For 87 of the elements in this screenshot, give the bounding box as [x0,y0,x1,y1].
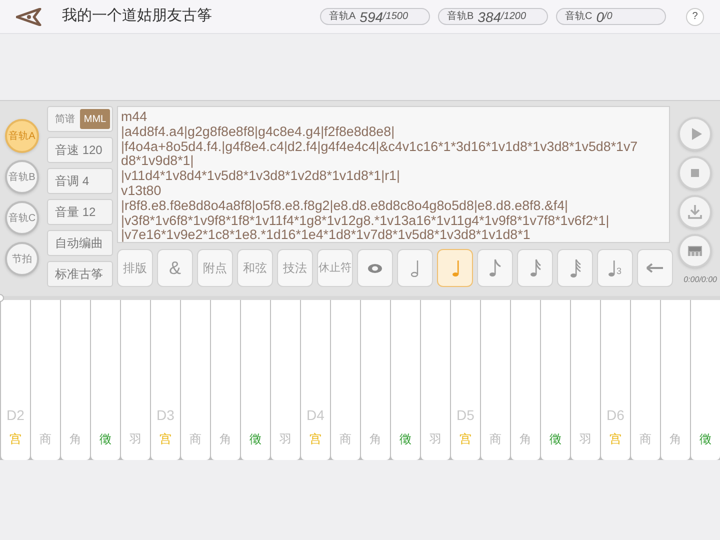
piano-key[interactable]: 商 [31,300,60,460]
degree-label: 商 [340,431,352,448]
tool-button[interactable]: 附点 [197,249,233,287]
song-title: 我的一个道姑朋友古筝 [62,6,212,26]
piano-key[interactable]: 角 [211,300,240,460]
notation-tab[interactable]: MML [80,109,110,129]
degree-label: 宫 [460,431,472,448]
playback-time: 0:00/0:00 [684,274,717,286]
degree-label: 宫 [310,431,322,448]
download-button[interactable] [678,195,712,229]
tool-button[interactable]: 和弦 [237,249,273,287]
degree-label: 徵 [100,431,112,448]
note-button[interactable] [517,249,553,287]
play-button[interactable] [678,117,712,151]
track-button[interactable]: 节拍 [5,242,39,276]
note-button[interactable] [357,249,393,287]
stop-button[interactable] [678,156,712,190]
note-button[interactable] [437,249,473,287]
track-button[interactable]: 音轨B [5,160,39,194]
piano-key[interactable]: 商 [481,300,510,460]
degree-label: 徵 [250,431,262,448]
degree-label: 徵 [550,431,562,448]
quarter-note-icon [452,260,458,276]
note-button[interactable] [397,249,433,287]
setting-button[interactable]: 自动编曲 [47,230,113,256]
degree-label: 角 [670,431,682,448]
piano-key[interactable]: 角 [661,300,690,460]
eighth-note-icon [489,259,501,277]
degree-label: 角 [520,431,532,448]
degree-label: 宫 [10,431,22,448]
piano-key[interactable]: 徵 [241,300,270,460]
thirty-second-note-icon [570,258,580,278]
setting-button[interactable]: 音速 120 [47,137,113,163]
triplet-number: 3 [616,264,622,278]
degree-label: 商 [490,431,502,448]
degree-label: 羽 [130,431,142,448]
setting-button[interactable]: 标准古筝 [47,261,113,287]
notation-tab[interactable]: 简谱 [50,109,80,129]
note-button[interactable] [557,249,593,287]
piano-key[interactable]: 羽 [421,300,450,460]
piano-key[interactable]: 羽 [571,300,600,460]
back-icon[interactable] [16,8,42,26]
tool-button[interactable]: 排版 [117,249,153,287]
piano-key[interactable]: 角 [361,300,390,460]
degree-label: 羽 [580,431,592,448]
whole-note-icon [368,264,382,272]
degree-label: 商 [40,431,52,448]
keyboard-button[interactable] [678,234,712,268]
left-arrow-icon [646,263,664,273]
piano-key[interactable]: 羽 [271,300,300,460]
piano-key[interactable]: 羽 [121,300,150,460]
mml-editor[interactable]: m44 |a4d8f4.a4|g2g8f8e8f8|g4c8e4.g4|f2f8e8d8e8| |f4o4a+8o5d4.f4.|g4f8e4.c4|d2.f4|g4f4e4c4|&c4v1c16*1*3d16*1v1d8*1v3d8*1v5d8*1v7 d8*1v9d8*1| |v11d4*1v8d4*1v5d8*1v3d8*1v2d8*1v1d8*1|r1| v13t80 |r8f8.e8.f8e8d8o4a8f8|o5f8.e8.f8g2|e8.d8.e8d8c8o4g8o5d8|e8.d8.e8f8.&f4| |v3f8*1v6f8*1v9f8*1f8*1v11f4*1g8*1v12g8.*1v13a16*1v11g4*1v9f8*1v7f8*1v6f2*1| |v7e16*1v9e2*1c8*1e8.*1d16*1e4*1d8*1v7d8*1v5d8*1v3d8*1v1d8*1 [117,106,670,243]
degree-label: 羽 [280,431,292,448]
setting-button[interactable]: 音量 12 [47,199,113,225]
degree-label: 宫 [160,431,172,448]
degree-label: 羽 [430,431,442,448]
tool-button[interactable]: 技法 [277,249,313,287]
download-icon [685,202,705,222]
sixteenth-note-icon [530,259,540,277]
piano-key[interactable]: 商 [331,300,360,460]
piano-key[interactable]: 角 [511,300,540,460]
piano-key[interactable]: 徵 [391,300,420,460]
tool-button[interactable]: 休止符 [317,249,353,287]
degree-label: 徵 [700,431,712,448]
setting-button[interactable]: 音调 4 [47,168,113,194]
tool-button[interactable]: & [157,249,193,287]
note-button[interactable] [477,249,513,287]
degree-label: 商 [190,431,202,448]
note-icon [608,260,616,276]
piano-key[interactable]: 徵 [691,300,720,460]
degree-label: 宫 [610,431,622,448]
piano-key[interactable]: 徵 [91,300,120,460]
track-button[interactable]: 音轨C [5,201,39,235]
track-button[interactable]: 音轨A [5,119,39,153]
degree-label: 角 [220,431,232,448]
degree-label: 角 [70,431,82,448]
help-button[interactable]: ? [686,8,704,26]
note-button[interactable] [637,249,673,287]
piano-key[interactable]: 商 [631,300,660,460]
degree-label: 商 [640,431,652,448]
degree-label: 角 [370,431,382,448]
piano-key[interactable]: 角 [61,300,90,460]
degree-label: 徵 [400,431,412,448]
half-note-icon [411,260,419,276]
note-button[interactable]: 3 [597,249,633,287]
piano-key[interactable]: 商 [181,300,210,460]
piano-key[interactable]: 徵 [541,300,570,460]
